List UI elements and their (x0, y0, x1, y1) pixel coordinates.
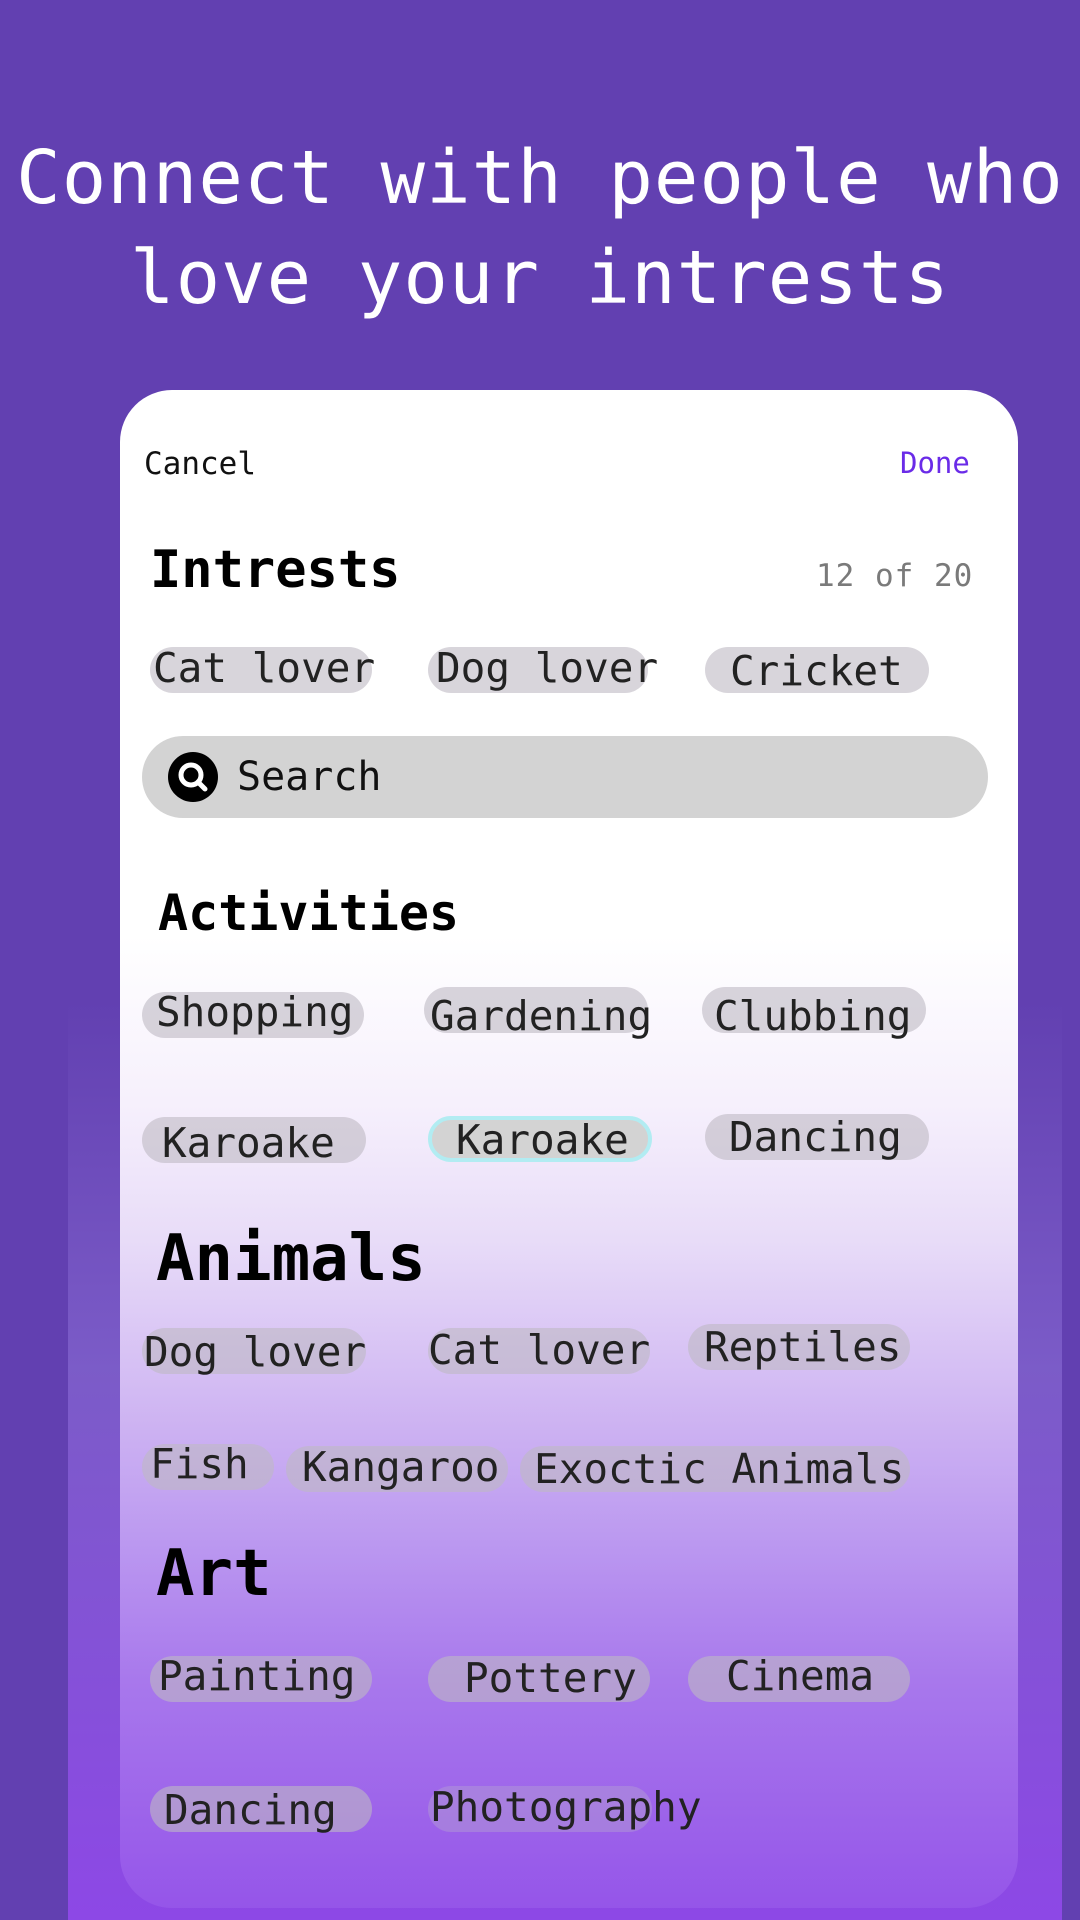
chip-activity[interactable]: Clubbing (702, 987, 926, 1039)
chip-activity[interactable]: Shopping (142, 988, 364, 1038)
chip-animal[interactable]: Reptiles (688, 1324, 910, 1370)
chip-label: Karoake (162, 1119, 335, 1167)
chip-animal[interactable]: Exoctic Animals (520, 1446, 910, 1492)
chip-animal[interactable]: Dog lover (142, 1328, 367, 1376)
headline-line-1: Connect with people who (16, 135, 1064, 221)
chip-activity[interactable]: Dancing (705, 1114, 929, 1160)
chip-art[interactable]: Photography (428, 1784, 702, 1832)
chip-label: Clubbing (714, 992, 912, 1040)
chip-label: Reptiles (704, 1323, 902, 1371)
chip-label: Dog lover (436, 644, 659, 692)
cancel-button[interactable]: Cancel (144, 446, 256, 482)
section-title-interests: Intrests (150, 540, 401, 600)
chip-interest[interactable]: Dog lover (428, 645, 658, 693)
chip-activity[interactable]: Gardening (424, 987, 652, 1039)
chip-art[interactable]: Cinema (688, 1652, 910, 1702)
chip-activity-selected[interactable]: Karoake (428, 1116, 652, 1164)
section-title-animals: Animals (156, 1222, 426, 1296)
chip-label: Fish (150, 1440, 249, 1488)
section-title-activities: Activities (158, 884, 460, 942)
chip-label: Painting (158, 1652, 356, 1700)
chip-label: Gardening (430, 992, 653, 1040)
section-title-art: Art (156, 1537, 272, 1611)
chip-label: Cinema (726, 1652, 875, 1700)
chip-animal[interactable]: Cat lover (428, 1326, 651, 1374)
chip-art[interactable]: Pottery (428, 1654, 650, 1702)
chip-label: Karoake (456, 1116, 629, 1164)
chip-label: Dancing (164, 1786, 337, 1834)
selection-count: 12 of 20 (816, 558, 974, 594)
search-placeholder: Search (237, 754, 382, 800)
chip-label: Dog lover (144, 1328, 367, 1376)
chip-label: Cricket (730, 647, 903, 695)
chip-animal[interactable]: Kangaroo (286, 1443, 508, 1492)
chip-label: Pottery (464, 1654, 637, 1702)
chip-animal[interactable]: Fish (142, 1440, 274, 1490)
chip-label: Shopping (156, 988, 354, 1036)
chip-label: Kangaroo (302, 1443, 500, 1491)
chip-label: Cat lover (153, 644, 376, 692)
done-button[interactable]: Done (900, 446, 970, 480)
chip-activity[interactable]: Karoake (142, 1117, 366, 1167)
interests-card: Cancel Done Intrests 12 of 20 Cat lover … (120, 390, 1018, 1908)
chip-label: Exoctic Animals (534, 1445, 905, 1493)
chip-interest[interactable]: Cat lover (150, 644, 376, 693)
chip-label: Photography (430, 1783, 702, 1831)
headline: Connect with people who love your intres… (0, 128, 1080, 328)
chip-label: Dancing (729, 1113, 902, 1161)
chip-interest[interactable]: Cricket (705, 647, 929, 695)
search-bar[interactable]: Search (142, 736, 988, 818)
chip-label: Cat lover (428, 1326, 651, 1374)
chip-art[interactable]: Painting (150, 1652, 372, 1702)
headline-line-2: love your intrests (130, 235, 950, 321)
chip-art[interactable]: Dancing (150, 1786, 372, 1834)
search-icon (168, 752, 218, 802)
